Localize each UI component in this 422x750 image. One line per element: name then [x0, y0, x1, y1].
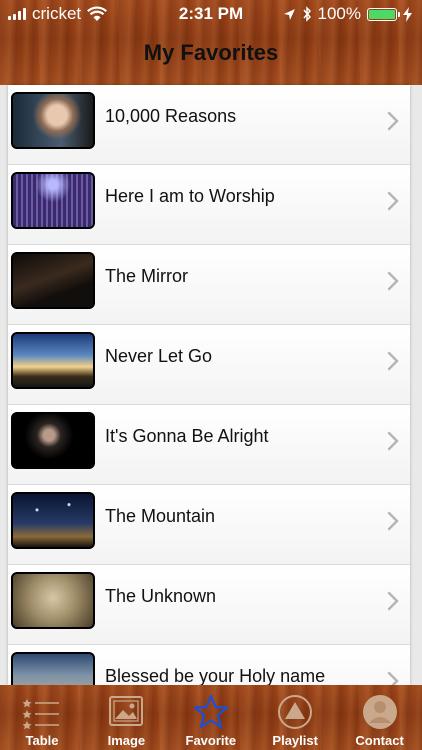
- tab-playlist[interactable]: Playlist: [253, 685, 337, 750]
- favorite-row[interactable]: Never Let Go: [8, 325, 410, 405]
- favorite-row[interactable]: The Unknown: [8, 565, 410, 645]
- video-thumbnail: [11, 492, 95, 549]
- battery-icon: [367, 7, 400, 21]
- chevron-right-icon: [387, 591, 399, 611]
- star-icon: [192, 693, 230, 731]
- video-thumbnail: [11, 252, 95, 309]
- song-title: The Unknown: [105, 586, 217, 606]
- tab-label: Playlist: [272, 733, 318, 748]
- chevron-right-icon: [387, 191, 399, 211]
- chevron-right-icon: [387, 111, 399, 131]
- tab-favorite[interactable]: Favorite: [169, 685, 253, 750]
- tab-image[interactable]: Image: [84, 685, 168, 750]
- page-title: My Favorites: [143, 40, 279, 65]
- chevron-right-icon: [387, 511, 399, 531]
- tab-contact[interactable]: Contact: [338, 685, 422, 750]
- playlist-triangle-icon: [276, 693, 314, 731]
- favorite-row[interactable]: The Mountain: [8, 485, 410, 565]
- video-thumbnail: [11, 172, 95, 229]
- status-bar: cricket 2:31 PM 100%: [0, 0, 422, 30]
- tab-label: Image: [107, 733, 146, 748]
- song-title: The Mirror: [105, 266, 189, 286]
- chevron-right-icon: [387, 671, 399, 685]
- video-thumbnail: [11, 412, 95, 469]
- song-title: Never Let Go: [105, 346, 213, 366]
- person-icon: [361, 693, 399, 731]
- video-thumbnail: [11, 332, 95, 389]
- video-thumbnail: [11, 572, 95, 629]
- tab-label: Contact: [355, 733, 404, 748]
- table-list-icon: [22, 693, 61, 731]
- video-thumbnail: [11, 92, 95, 149]
- image-icon: [107, 693, 145, 731]
- bluetooth-icon: [302, 6, 311, 22]
- top-bar: cricket 2:31 PM 100% My Favorites: [0, 0, 422, 85]
- favorite-row[interactable]: Here I am to Worship: [8, 165, 410, 245]
- favorites-list[interactable]: 10,000 Reasons Here I am to Worship The Mi…: [8, 85, 410, 685]
- favorite-row[interactable]: The Mirror: [8, 245, 410, 325]
- video-thumbnail: [11, 652, 95, 685]
- favorite-row[interactable]: It's Gonna Be Alright: [8, 405, 410, 485]
- chevron-right-icon: [387, 351, 399, 371]
- tab-bar: Table Image Favorite Playlist Contact: [0, 685, 422, 750]
- tab-table[interactable]: Table: [0, 685, 84, 750]
- song-title: Blessed be your Holy name: [105, 666, 326, 685]
- song-title: Here I am to Worship: [105, 186, 275, 206]
- favorite-row[interactable]: Blessed be your Holy name: [8, 645, 410, 685]
- song-title: 10,000 Reasons: [105, 106, 237, 126]
- favorite-row[interactable]: 10,000 Reasons: [8, 85, 410, 165]
- charging-bolt-icon: [403, 6, 412, 22]
- tab-label: Favorite: [185, 733, 237, 748]
- tab-label: Table: [25, 733, 59, 748]
- chevron-right-icon: [387, 271, 399, 291]
- location-arrow-icon: [283, 8, 295, 20]
- song-title: The Mountain: [105, 506, 216, 526]
- battery-percent: 100%: [317, 4, 361, 23]
- chevron-right-icon: [387, 431, 399, 451]
- song-title: It's Gonna Be Alright: [105, 426, 269, 446]
